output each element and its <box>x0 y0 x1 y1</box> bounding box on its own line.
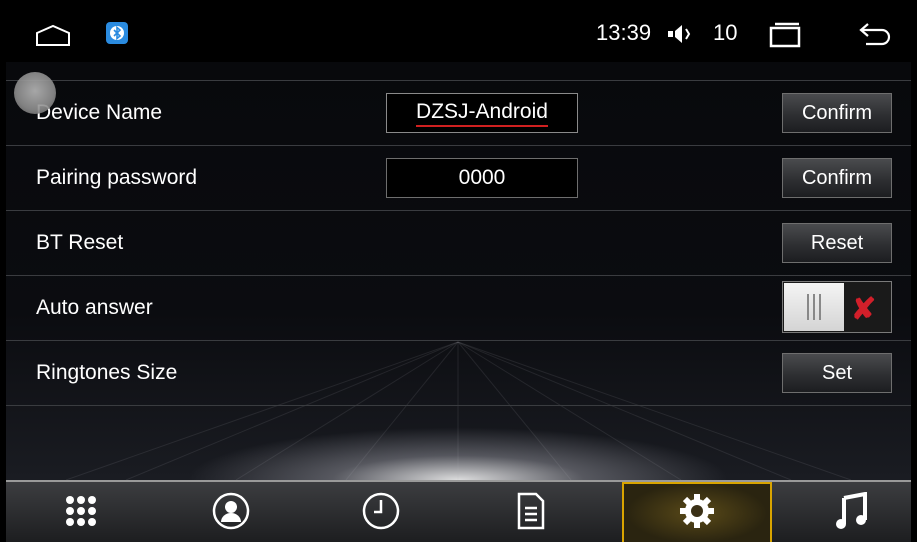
call-history-icon <box>362 492 400 535</box>
off-x-icon: ✘ <box>851 293 877 326</box>
pairing-password-row: Pairing password 0000 Confirm <box>6 145 911 210</box>
settings-icon <box>678 492 716 535</box>
back-icon[interactable] <box>858 21 894 52</box>
tab-call-history[interactable] <box>306 482 456 542</box>
volume-level: 10 <box>713 20 738 45</box>
recent-apps-icon[interactable] <box>768 22 802 53</box>
pairing-password-value: 0000 <box>458 166 506 189</box>
tab-contacts[interactable] <box>156 482 306 542</box>
auto-answer-label: Auto answer <box>36 296 153 319</box>
bluetooth-settings-screen: 13:39 10 Device Name DZSJ-Android Confir… <box>6 6 911 542</box>
bt-reset-row: BT Reset Reset <box>6 210 911 275</box>
bluetooth-icon <box>106 22 128 49</box>
home-icon[interactable] <box>36 24 70 51</box>
status-bar: 13:39 10 <box>6 6 911 62</box>
touch-indicator <box>14 72 56 114</box>
phone-transfer-icon <box>516 492 546 535</box>
ringtones-size-row: Ringtones Size Set <box>6 340 911 405</box>
settings-list: Device Name DZSJ-Android Confirm Pairing… <box>6 62 911 480</box>
dialpad-icon <box>64 494 98 533</box>
pairing-password-confirm-button[interactable]: Confirm <box>782 158 892 198</box>
contacts-icon <box>212 492 250 535</box>
tab-dialpad[interactable] <box>6 482 156 542</box>
tab-phone-transfer[interactable] <box>456 482 606 542</box>
tab-music[interactable] <box>776 482 911 542</box>
device-name-confirm-button[interactable]: Confirm <box>782 93 892 133</box>
music-icon <box>835 491 867 535</box>
bt-reset-button[interactable]: Reset <box>782 223 892 263</box>
pairing-password-label: Pairing password <box>36 166 198 189</box>
ringtones-size-set-button[interactable]: Set <box>782 353 892 393</box>
bt-reset-label: BT Reset <box>36 231 124 254</box>
tab-settings[interactable] <box>622 482 772 542</box>
clock-time: 13:39 <box>596 20 652 45</box>
device-name-label: Device Name <box>36 101 163 124</box>
pairing-password-input[interactable]: 0000 <box>386 158 578 198</box>
device-name-value: DZSJ-Android <box>416 100 548 127</box>
bottom-tab-bar <box>6 480 911 542</box>
device-name-input[interactable]: DZSJ-Android <box>386 93 578 133</box>
toggle-knob[interactable] <box>784 283 844 331</box>
device-name-row: Device Name DZSJ-Android Confirm <box>6 80 911 145</box>
auto-answer-toggle[interactable]: ✘ <box>782 281 892 333</box>
volume-icon[interactable] <box>667 23 697 50</box>
auto-answer-row: Auto answer ✘ <box>6 275 911 340</box>
ringtones-size-label: Ringtones Size <box>36 361 178 384</box>
divider-row <box>6 405 911 481</box>
